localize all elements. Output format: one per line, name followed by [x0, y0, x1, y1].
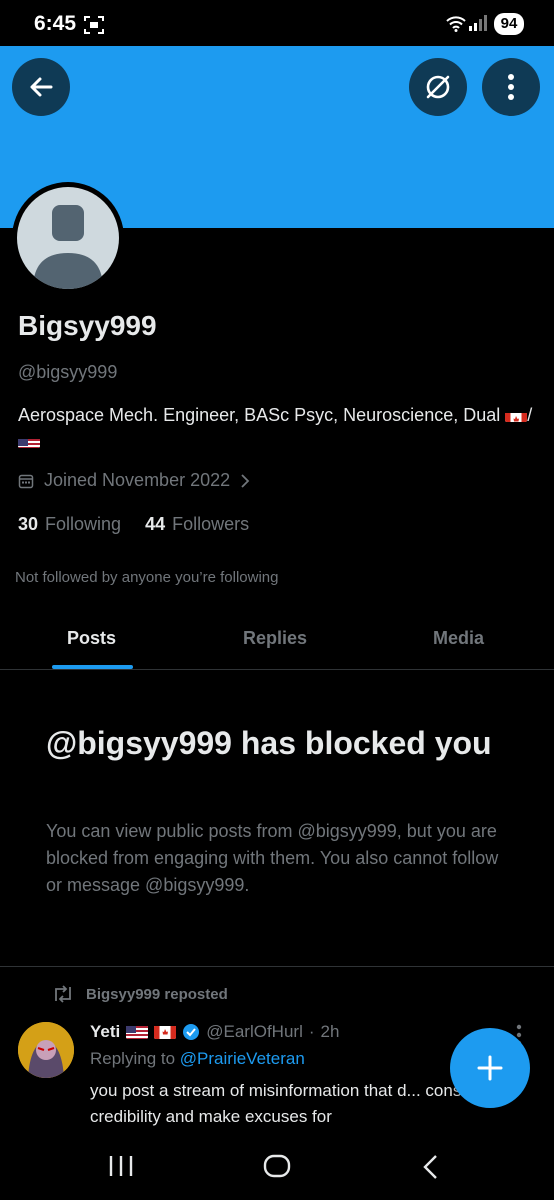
verified-badge-icon	[183, 1024, 200, 1040]
blocked-description: You can view public posts from @bigsyy99…	[46, 821, 499, 895]
post-author-handle[interactable]: @EarlOfHurl	[206, 1022, 303, 1042]
post-author-name[interactable]: Yeti	[90, 1022, 120, 1042]
display-name: Bigsyy999	[18, 310, 157, 341]
home-icon	[263, 1154, 291, 1178]
more-vertical-icon	[508, 74, 514, 100]
post-time: 2h	[320, 1022, 340, 1041]
default-avatar-icon	[17, 187, 119, 289]
usa-flag-icon	[18, 434, 40, 448]
scan-icon	[84, 16, 104, 34]
post-author-avatar[interactable]	[18, 1022, 74, 1078]
recents-icon	[109, 1156, 133, 1176]
divider	[0, 966, 554, 967]
grok-icon	[426, 75, 450, 99]
chevron-right-icon	[241, 473, 250, 488]
usa-flag-icon	[126, 1025, 149, 1039]
replying-to: Replying to @PrairieVeteran	[90, 1049, 305, 1068]
tab-media[interactable]: Media	[433, 628, 484, 649]
post-header: Yeti @EarlOfHurl · 2h	[90, 1022, 339, 1042]
back-button[interactable]	[12, 58, 70, 116]
status-time: 6:45	[34, 12, 77, 35]
following-link[interactable]: 30 Following	[18, 514, 121, 535]
calendar-icon	[18, 474, 34, 488]
status-bar: 6:45 94	[0, 0, 554, 46]
user-handle: @bigsyy999	[18, 362, 118, 382]
joined-date[interactable]: Joined November 2022	[18, 470, 250, 491]
replying-to-link[interactable]: @PrairieVeteran	[180, 1049, 305, 1068]
followers-link[interactable]: 44 Followers	[145, 514, 249, 535]
home-button[interactable]	[263, 1154, 291, 1183]
tab-replies[interactable]: Replies	[243, 628, 307, 649]
signal-icon	[469, 15, 487, 31]
profile-avatar[interactable]	[12, 182, 124, 294]
canada-flag-icon	[154, 1025, 177, 1039]
system-nav-bar	[0, 1136, 554, 1200]
grok-button[interactable]	[409, 58, 467, 116]
back-arrow-icon	[30, 77, 53, 97]
compose-button[interactable]	[450, 1028, 530, 1108]
bio-separator: /	[527, 405, 533, 425]
joined-label: Joined November 2022	[44, 470, 231, 490]
follow-stats: 30 Following 44 Followers	[18, 514, 249, 535]
repost-icon	[55, 985, 71, 1003]
post-meta-separator: ·	[308, 1022, 315, 1041]
profile-bio: Aerospace Mech. Engineer, BASc Psyc, Neu…	[18, 402, 538, 454]
profile-tabs: Posts Replies Media	[0, 612, 554, 670]
plus-icon	[477, 1055, 503, 1081]
not-followed-notice: Not followed by anyone you’re following	[15, 569, 279, 586]
battery-indicator: 94	[494, 13, 524, 35]
blocked-title: @bigsyy999 has blocked you	[46, 725, 492, 761]
wifi-icon	[446, 16, 466, 32]
canada-flag-icon	[505, 408, 528, 422]
recents-button[interactable]	[108, 1154, 134, 1183]
bio-text: Aerospace Mech. Engineer, BASc Psyc, Neu…	[18, 405, 501, 425]
repost-label: Bigsyy999 reposted	[86, 985, 228, 1003]
more-options-button[interactable]	[482, 58, 540, 116]
nav-back-button[interactable]	[422, 1154, 440, 1185]
active-tab-indicator	[52, 665, 133, 669]
nav-back-icon	[423, 1155, 437, 1179]
tab-posts[interactable]: Posts	[67, 628, 116, 649]
repost-indicator: Bigsyy999 reposted	[52, 985, 228, 1003]
